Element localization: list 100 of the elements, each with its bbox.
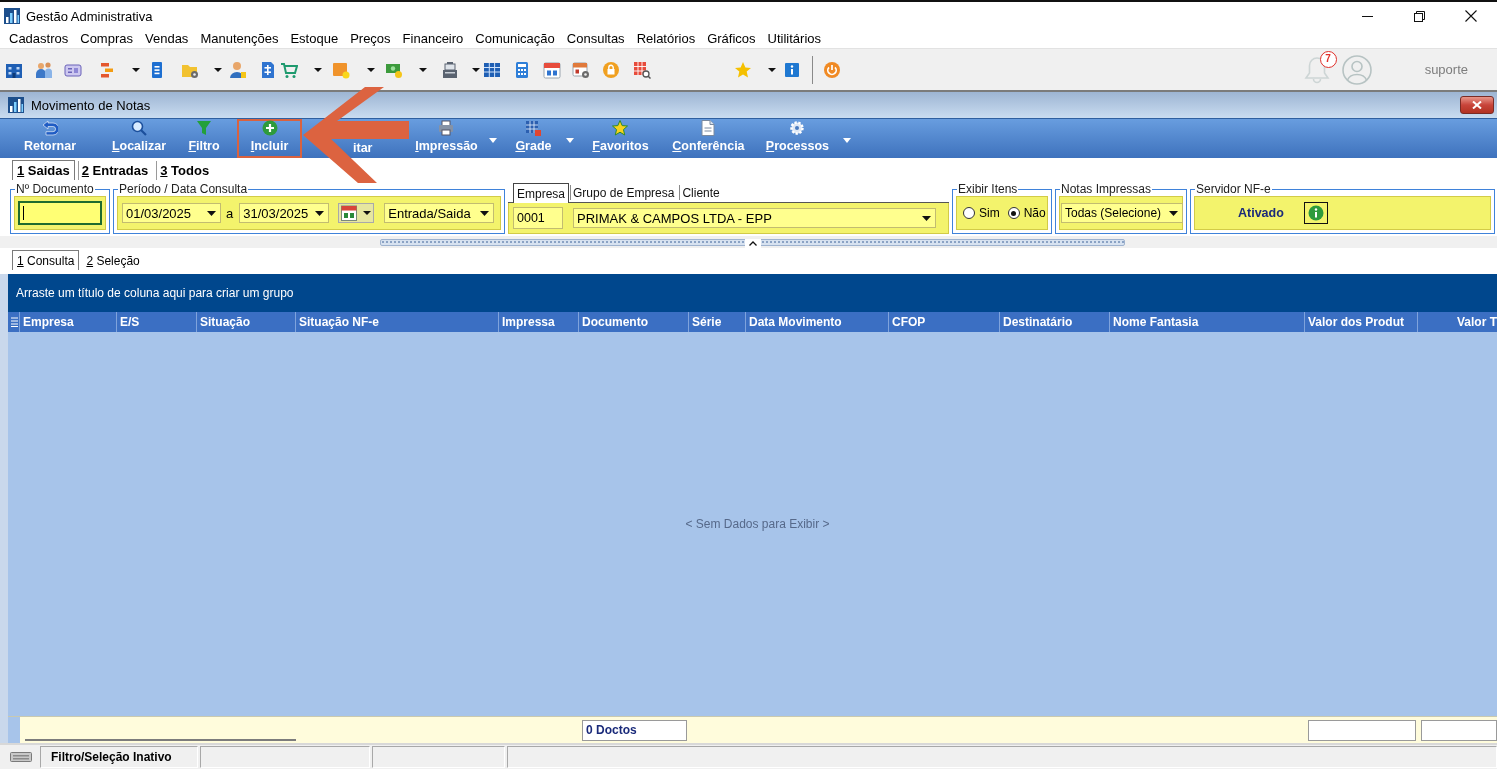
tab[interactable]: Empresa <box>513 183 570 203</box>
calendar-icon[interactable] <box>543 60 561 79</box>
window-title: Movimento de Notas <box>31 97 151 113</box>
info-icon <box>1307 205 1324 221</box>
radio-option[interactable]: Não <box>1007 206 1046 220</box>
column-header[interactable]: Valor T <box>1418 312 1497 332</box>
filter-icon <box>196 120 212 136</box>
menu-item[interactable]: Relatórios <box>630 30 702 48</box>
list-icon[interactable] <box>11 317 18 327</box>
group-label: Nº Documento <box>15 182 95 196</box>
grid-icon <box>525 120 542 136</box>
toolbar-button[interactable]: Impressão <box>411 119 482 158</box>
printer-icon <box>438 120 455 136</box>
calendar-gear-icon[interactable] <box>572 60 590 79</box>
caret-icon <box>315 210 325 216</box>
keyboard-icon <box>10 752 32 762</box>
caret-icon <box>480 210 490 216</box>
chart-icon <box>8 97 24 113</box>
person-icon[interactable] <box>229 60 247 79</box>
table-search-icon[interactable] <box>633 60 651 79</box>
back-arrow-icon <box>42 120 58 136</box>
caret-icon <box>922 215 931 221</box>
menu-item[interactable]: Preços <box>344 30 397 48</box>
table-icon[interactable] <box>483 60 501 79</box>
power-icon[interactable] <box>823 60 841 79</box>
toolbar-button[interactable]: itar <box>351 141 375 156</box>
group-hint: Arraste um título de coluna aqui para criar um grupo <box>16 286 294 300</box>
toolbar-button[interactable]: Retornar <box>14 119 86 158</box>
hierarchy-icon[interactable] <box>98 60 116 79</box>
cart-icon[interactable] <box>280 60 298 79</box>
calendar-button[interactable] <box>338 203 375 223</box>
menu-item[interactable]: Compras <box>74 30 139 48</box>
menu-item[interactable]: Utilitários <box>761 30 828 48</box>
caret-icon[interactable] <box>314 67 322 72</box>
toolbar-button[interactable]: Processos <box>759 119 836 158</box>
minimize-icon <box>1361 15 1373 17</box>
restore-icon <box>1413 10 1425 22</box>
toolbar-button[interactable]: Filtro <box>181 119 227 158</box>
radio-option[interactable]: Sim <box>963 206 1000 220</box>
info-icon[interactable] <box>783 60 801 79</box>
toolbar-button[interactable]: Favoritos <box>585 119 656 158</box>
window-title: Gestão Administrativa <box>26 8 153 24</box>
calendar-icon <box>341 205 358 221</box>
plus-icon <box>261 120 278 136</box>
menu-item[interactable]: Consultas <box>560 30 631 48</box>
chart-icon <box>4 8 20 24</box>
document-icon <box>700 120 717 136</box>
menu-item[interactable]: Gráficos <box>701 30 762 48</box>
code-field[interactable]: 0001 <box>513 207 563 229</box>
tab[interactable]: 1 Consulta <box>12 250 80 270</box>
bell-icon[interactable] <box>1303 55 1330 84</box>
calculator-icon[interactable] <box>513 60 531 79</box>
caret-icon <box>207 210 216 216</box>
star-icon[interactable] <box>734 60 752 79</box>
group-label: Notas Impressas <box>1060 182 1153 196</box>
splitter-handle[interactable] <box>380 238 1125 246</box>
caret-icon <box>363 211 372 215</box>
date-dropdown[interactable]: 31/03/2025 <box>239 203 330 223</box>
search-icon <box>131 120 147 136</box>
group-label: Servidor NF-e <box>1195 182 1272 196</box>
server-status: Ativado <box>1238 206 1284 220</box>
menu-item[interactable]: Financeiro <box>396 30 470 48</box>
close-icon <box>1465 10 1477 22</box>
toolbar-button[interactable]: Localizar <box>104 119 174 158</box>
tab[interactable]: Cliente <box>678 184 724 200</box>
caret-up-icon <box>748 240 757 246</box>
text-cursor-icon <box>23 206 24 220</box>
tab[interactable]: Grupo de Empresa <box>569 184 679 200</box>
cash-register-icon[interactable] <box>441 60 459 79</box>
caret-icon[interactable] <box>367 67 375 72</box>
empty-message: < Sem Dados para Exibir > <box>685 517 830 531</box>
close-icon <box>1472 101 1482 109</box>
document-icon[interactable] <box>259 60 277 79</box>
toolbar-button[interactable]: Incluir <box>237 119 302 158</box>
type-dropdown[interactable]: Entrada/Saida <box>384 203 495 223</box>
company-dropdown[interactable]: PRIMAK & CAMPOS LTDA - EPP <box>573 208 936 228</box>
range-label: a <box>226 205 234 221</box>
toolbar-button[interactable]: Grade <box>508 119 559 158</box>
caret-icon[interactable] <box>132 67 140 72</box>
caret-icon[interactable] <box>214 67 222 72</box>
toolbar-button[interactable]: Conferência <box>665 119 752 158</box>
tab[interactable]: 1 Saidas <box>12 160 75 180</box>
star-icon <box>612 120 629 136</box>
info-button[interactable] <box>1303 202 1328 224</box>
record-count: 0 Doctos <box>582 719 687 741</box>
group-label: Exibir Itens <box>957 182 1019 196</box>
caret-icon[interactable] <box>419 67 427 72</box>
people-icon[interactable] <box>35 60 53 79</box>
date-dropdown[interactable]: 01/03/2025 <box>122 203 221 223</box>
gear-icon <box>789 120 806 136</box>
caret-icon[interactable] <box>472 67 480 72</box>
menu-item[interactable]: Cadastros <box>3 30 75 48</box>
close-button[interactable] <box>1460 96 1494 114</box>
printed-dropdown[interactable]: Todas (Selecione) <box>1061 203 1183 223</box>
menu-item[interactable]: Comunicação <box>469 30 561 48</box>
status-text: Filtro/Seleção Inativo <box>40 746 198 768</box>
menu-item[interactable]: Vendas <box>139 30 195 48</box>
caret-icon[interactable] <box>768 67 776 72</box>
menu-item[interactable]: Estoque <box>284 30 345 48</box>
menu-item[interactable]: Manutenções <box>194 30 285 48</box>
